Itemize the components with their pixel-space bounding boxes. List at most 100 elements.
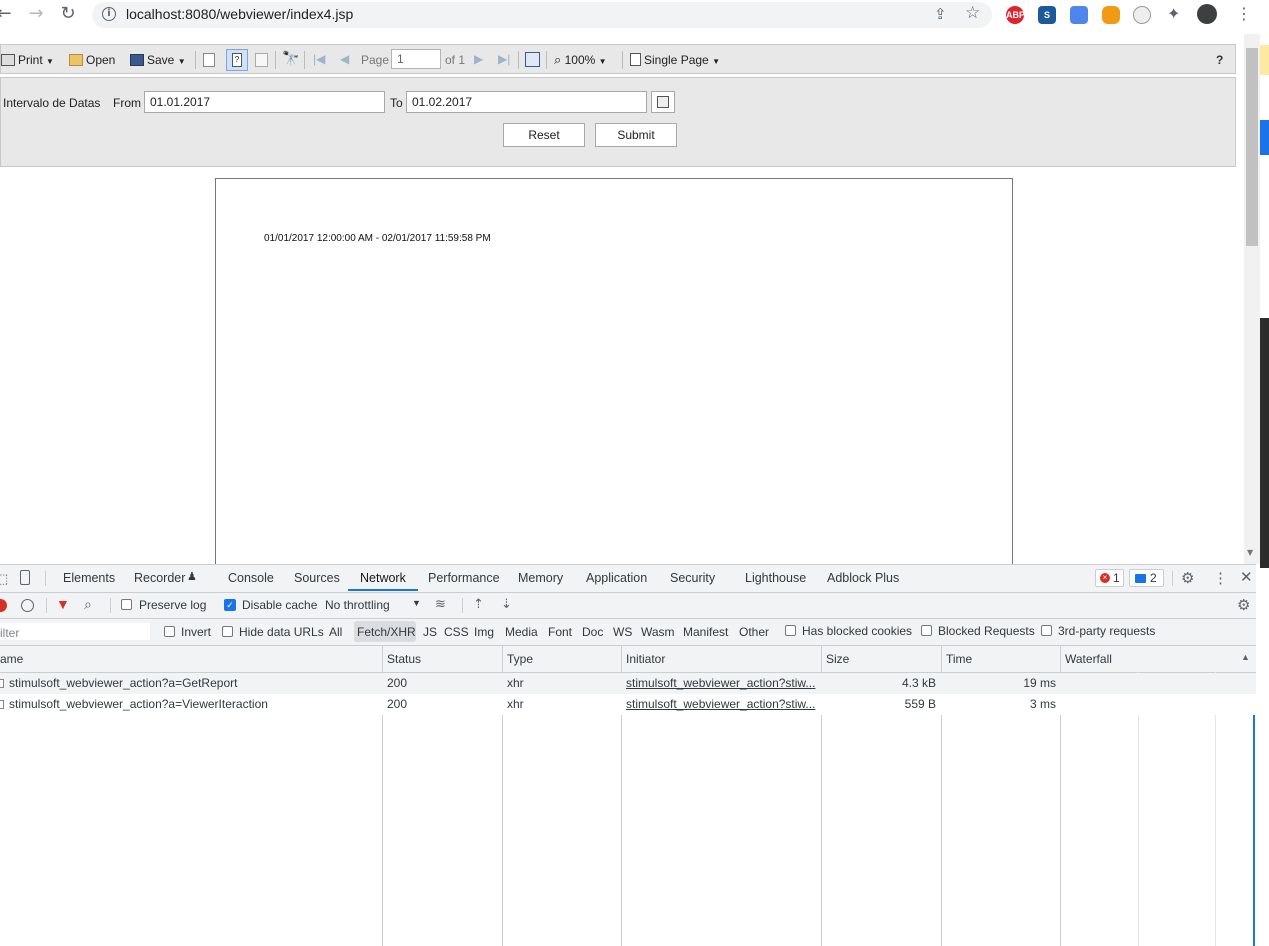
column-header-type[interactable]: Type <box>507 652 533 666</box>
view-mode-button[interactable]: Single Page ▼ <box>630 51 720 69</box>
column-header-waterfall[interactable]: Waterfall <box>1065 652 1112 666</box>
full-screen-icon[interactable] <box>525 52 540 67</box>
from-date-input[interactable]: 01.01.2017 <box>144 91 385 113</box>
invert-checkbox[interactable] <box>164 626 175 637</box>
filter-type-css[interactable]: CSS <box>444 625 469 639</box>
filter-type-doc[interactable]: Doc <box>582 625 603 639</box>
reset-button[interactable]: Reset <box>503 123 585 147</box>
device-toolbar-icon[interactable] <box>20 570 30 585</box>
page-number-input[interactable]: 1 <box>391 49 441 69</box>
import-har-upload-icon[interactable]: ⇡ <box>473 596 484 612</box>
next-page-icon[interactable]: ▶ <box>474 52 483 66</box>
record-icon[interactable] <box>0 599 7 612</box>
message-count-badge[interactable]: 2 <box>1129 569 1164 587</box>
inspect-element-icon[interactable]: ⬚ <box>0 571 8 587</box>
error-count-badge[interactable]: × 1 <box>1095 569 1124 587</box>
throttling-dropdown-arrow-icon[interactable]: ▼ <box>412 598 421 608</box>
blocked-requests-checkbox[interactable] <box>921 625 932 636</box>
sort-up-arrow-icon[interactable]: ▲ <box>1241 652 1250 662</box>
search-icon[interactable]: ⌕ <box>84 596 92 613</box>
first-page-icon[interactable]: |◀ <box>313 52 325 66</box>
previous-page-icon[interactable]: ◀ <box>340 52 349 66</box>
filter-input[interactable]: ilter <box>0 623 150 640</box>
help-button[interactable]: ? <box>1216 51 1223 69</box>
parameters-toggle-button[interactable]: ? <box>226 49 248 71</box>
request-initiator-link[interactable]: stimulsoft_webviewer_action?stiw... <box>626 697 815 711</box>
filter-funnel-icon[interactable]: ▼ <box>56 596 70 612</box>
hide-data-urls-checkbox[interactable] <box>222 626 233 637</box>
export-har-download-icon[interactable]: ⇣ <box>501 596 512 612</box>
tab-security[interactable]: Security <box>670 571 715 585</box>
scroll-down-arrow-icon[interactable]: ▼ <box>1247 548 1253 557</box>
date-picker-button[interactable] <box>651 91 675 113</box>
adblock-plus-extension-icon[interactable]: ABP <box>1006 6 1025 24</box>
bookmarks-toggle-icon[interactable] <box>203 53 215 67</box>
devtools-close-icon[interactable]: ✕ <box>1240 568 1253 586</box>
filter-type-fetch-xhr[interactable]: Fetch/XHR <box>357 625 416 639</box>
column-header-initiator[interactable]: Initiator <box>626 652 665 666</box>
browser-menu-icon[interactable]: ⋮ <box>1236 4 1252 23</box>
dog-extension-icon[interactable] <box>1133 6 1151 24</box>
profile-avatar[interactable] <box>1197 4 1217 24</box>
binoculars-find-icon[interactable]: 🔭 <box>282 50 299 67</box>
tab-network[interactable]: Network <box>360 571 406 585</box>
filter-type-img[interactable]: Img <box>474 625 494 639</box>
column-header-size[interactable]: Size <box>826 652 849 666</box>
last-page-icon[interactable]: ▶| <box>498 52 510 66</box>
tab-recorder[interactable]: Recorder <box>134 571 185 585</box>
zoom-button[interactable]: ⌕ 100% ▼ <box>554 51 607 69</box>
open-button[interactable]: Open <box>69 51 115 69</box>
column-header-name[interactable]: ame <box>0 652 23 666</box>
tab-sources[interactable]: Sources <box>294 571 340 585</box>
disable-cache-checkbox[interactable]: ✓ <box>224 599 236 611</box>
stimulsoft-extension-icon[interactable]: S <box>1038 6 1056 24</box>
to-date-input[interactable]: 01.02.2017 <box>406 91 647 113</box>
page-scrollbar-thumb[interactable] <box>1246 48 1258 246</box>
print-button[interactable]: Print ▼ <box>1 51 54 69</box>
filter-type-ws[interactable]: WS <box>613 625 632 639</box>
devtools-menu-icon[interactable]: ⋮ <box>1213 569 1228 587</box>
tab-performance[interactable]: Performance <box>428 571 500 585</box>
submit-button[interactable]: Submit <box>595 123 677 147</box>
filter-type-other[interactable]: Other <box>739 625 769 639</box>
tab-application[interactable]: Application <box>586 571 647 585</box>
chat-extension-icon[interactable] <box>1102 6 1120 24</box>
column-header-time[interactable]: Time <box>946 652 972 666</box>
save-button[interactable]: Save ▼ <box>130 51 186 69</box>
filter-type-media[interactable]: Media <box>505 625 538 639</box>
filter-type-all[interactable]: All <box>329 625 342 639</box>
filter-type-manifest[interactable]: Manifest <box>683 625 728 639</box>
devtools-settings-gear-icon[interactable]: ⚙ <box>1181 569 1194 587</box>
share-icon[interactable]: ⇪ <box>934 5 947 23</box>
filter-type-font[interactable]: Font <box>548 625 572 639</box>
page-label: Page <box>361 53 390 67</box>
third-party-requests-checkbox[interactable] <box>1041 625 1052 636</box>
tab-memory[interactable]: Memory <box>518 571 563 585</box>
table-row[interactable]: stimulsoft_webviewer_action?a=GetReport … <box>0 673 1256 694</box>
filter-type-wasm[interactable]: Wasm <box>641 625 675 639</box>
table-row[interactable]: stimulsoft_webviewer_action?a=ViewerIter… <box>0 694 1256 715</box>
bookmark-star-icon[interactable]: ☆ <box>965 3 980 23</box>
preserve-log-checkbox[interactable] <box>121 599 132 610</box>
network-settings-gear-icon[interactable]: ⚙ <box>1237 596 1250 614</box>
reload-icon[interactable]: ↻ <box>58 4 78 24</box>
resources-icon[interactable] <box>255 53 268 67</box>
translate-extension-icon[interactable] <box>1070 6 1088 24</box>
tab-console[interactable]: Console <box>228 571 274 585</box>
info-icon[interactable]: i <box>102 7 116 21</box>
request-initiator-link[interactable]: stimulsoft_webviewer_action?stiw... <box>626 676 815 690</box>
request-type: xhr <box>507 676 524 690</box>
network-conditions-wifi-icon[interactable]: ≋ <box>435 596 446 612</box>
clear-icon[interactable] <box>21 599 34 612</box>
xhr-file-icon <box>0 679 4 688</box>
tab-lighthouse[interactable]: Lighthouse <box>745 571 806 585</box>
throttling-select[interactable]: No throttling <box>325 598 390 612</box>
puzzle-extensions-icon[interactable]: ✦ <box>1167 4 1180 23</box>
filter-type-js[interactable]: JS <box>423 625 437 639</box>
back-arrow-icon[interactable]: ← <box>0 4 14 24</box>
has-blocked-cookies-checkbox[interactable] <box>785 625 796 636</box>
tab-elements[interactable]: Elements <box>63 571 115 585</box>
tab-adblock-plus[interactable]: Adblock Plus <box>827 571 899 585</box>
column-header-status[interactable]: Status <box>387 652 421 666</box>
forward-arrow-icon[interactable]: → <box>26 4 46 24</box>
